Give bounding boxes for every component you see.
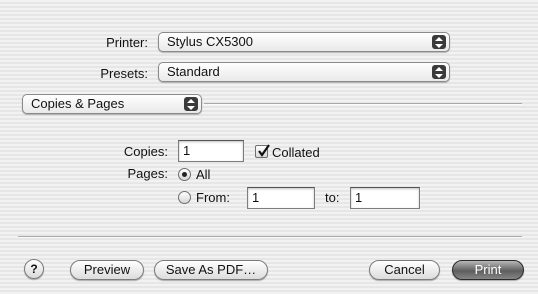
pages-all-label: All [196, 167, 211, 182]
pane-separator [204, 103, 522, 105]
pages-to-field[interactable]: 1 [350, 187, 420, 209]
presets-label: Presets: [100, 66, 148, 81]
preview-button[interactable]: Preview [70, 260, 144, 280]
printer-popup[interactable]: Stylus CX5300 [158, 32, 450, 52]
pane-value: Copies & Pages [31, 96, 125, 111]
pages-to-label: to: [325, 190, 340, 205]
pages-all-radio[interactable] [178, 168, 191, 181]
pages-from-radio[interactable] [178, 191, 191, 204]
copies-field[interactable]: 1 [178, 140, 244, 162]
printer-value: Stylus CX5300 [167, 34, 253, 49]
pages-from-label: From: [196, 190, 230, 205]
collated-label: Collated [272, 145, 320, 160]
checkmark-icon [258, 144, 270, 157]
cancel-button[interactable]: Cancel [369, 260, 440, 280]
copies-label: Copies: [123, 144, 168, 159]
print-button[interactable]: Print [452, 260, 524, 280]
popup-arrows-icon [432, 65, 446, 79]
printer-label: Printer: [106, 35, 148, 50]
collated-checkbox[interactable] [255, 144, 270, 158]
pages-from-field[interactable]: 1 [247, 187, 315, 209]
presets-popup[interactable]: Standard [158, 62, 450, 82]
popup-arrows-icon [432, 35, 446, 49]
popup-arrows-icon [184, 97, 198, 111]
bottom-separator [18, 236, 522, 238]
help-button[interactable]: ? [24, 259, 44, 279]
pages-label: Pages: [127, 166, 168, 181]
save-as-pdf-button[interactable]: Save As PDF… [154, 260, 268, 280]
pane-popup[interactable]: Copies & Pages [22, 94, 202, 114]
presets-value: Standard [167, 64, 220, 79]
